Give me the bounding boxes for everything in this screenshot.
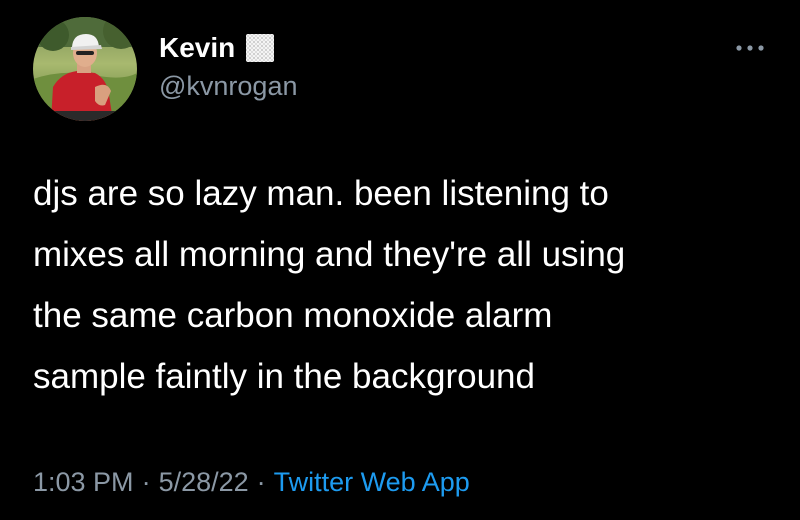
author-name-row[interactable]: Kevin (159, 28, 275, 68)
tweet-source-link[interactable]: Twitter Web App (274, 467, 470, 497)
meta-separator: · (141, 467, 151, 497)
tweet-time[interactable]: 1:03 PM (33, 467, 134, 497)
author-handle[interactable]: @kvnrogan (159, 71, 297, 102)
profile-photo-icon (33, 17, 137, 121)
meta-separator: · (256, 467, 266, 497)
tweet-date[interactable]: 5/28/22 (159, 467, 249, 497)
flag-emoji-icon (245, 33, 275, 63)
more-options-button[interactable] (733, 36, 767, 60)
tweet-text: djs are so lazy man. been listening to m… (33, 174, 626, 396)
more-horizontal-icon (736, 45, 764, 51)
tweet-card: Kevin @kvnrogan djs are so lazy man. bee… (0, 0, 800, 520)
tweet-meta: 1:03 PM · 5/28/22 · Twitter Web App (33, 467, 470, 498)
avatar[interactable] (33, 17, 137, 121)
author-display-name: Kevin (159, 32, 236, 63)
